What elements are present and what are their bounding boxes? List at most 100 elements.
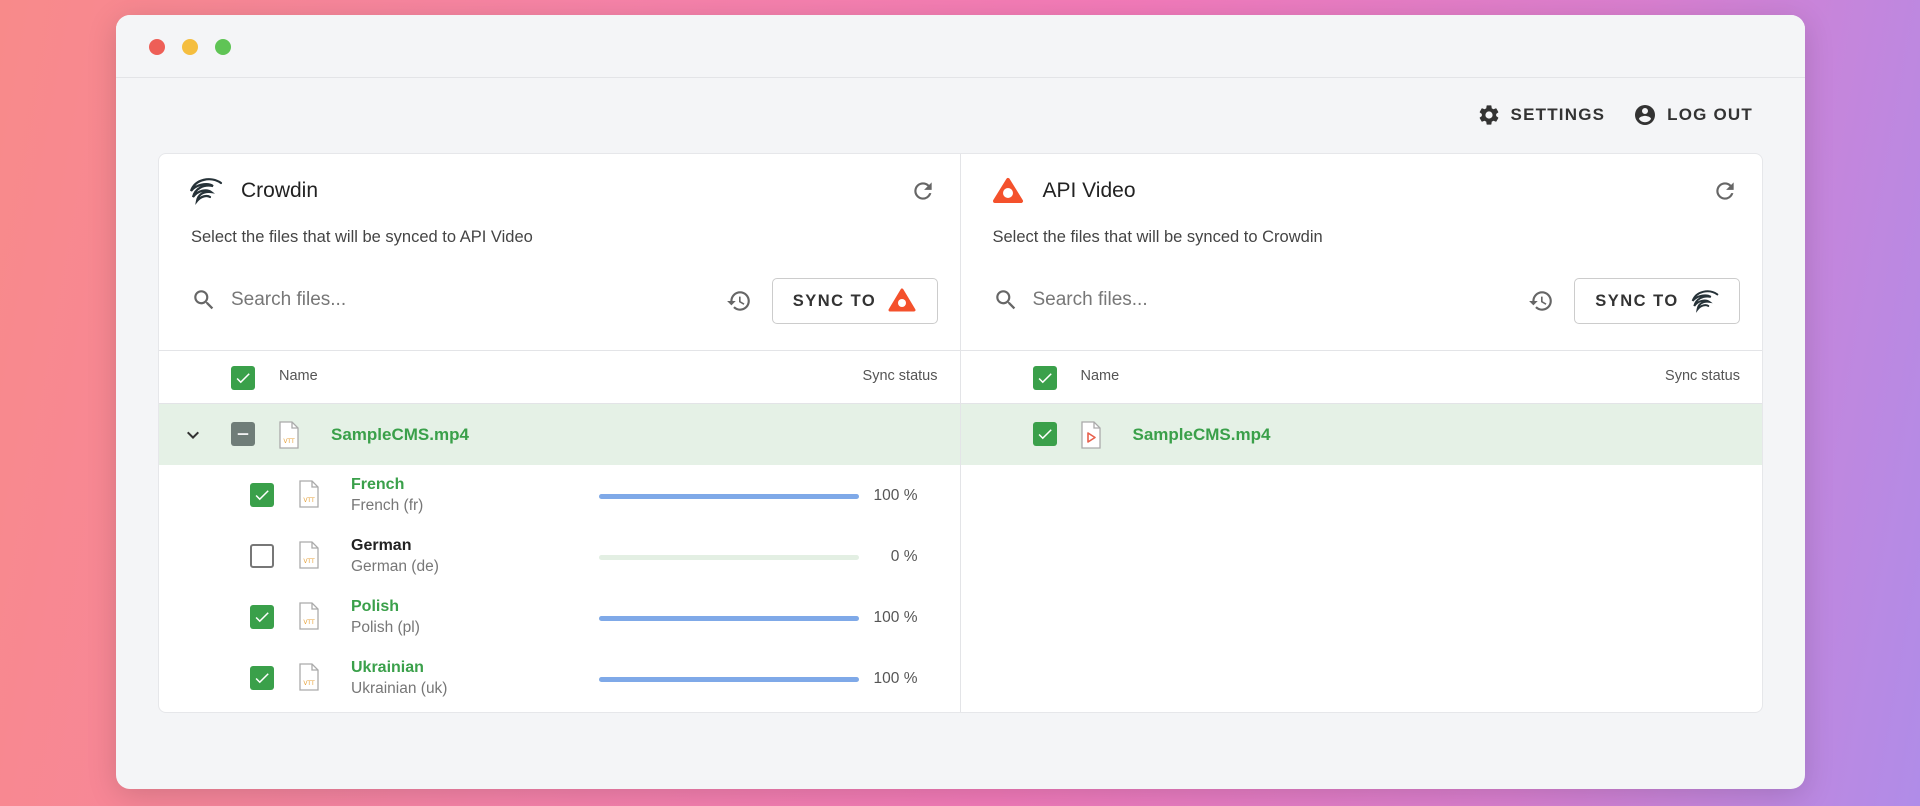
- sync-progress-bar: [599, 555, 859, 560]
- vtt-file-icon: VTT: [299, 541, 319, 569]
- file-row[interactable]: SampleCMS.mp4: [960, 404, 1762, 465]
- sync-percent: 100 %: [873, 609, 918, 626]
- sync-progress-fill: [599, 677, 859, 682]
- language-list: VTT French French (fr) 100 % VTT German …: [159, 465, 960, 709]
- vtt-file-icon: VTT: [279, 421, 299, 449]
- sync-to-crowdin-button[interactable]: SYNC TO: [1574, 278, 1740, 324]
- check-icon: [1038, 429, 1052, 440]
- title-bar: [116, 15, 1805, 78]
- crowdin-panel: Crowdin Select the files that will be sy…: [159, 154, 961, 712]
- crowdin-logo-icon: [1691, 290, 1719, 313]
- crowdin-brand: Crowdin: [189, 176, 318, 206]
- search-icon: [995, 290, 1015, 310]
- language-checkbox[interactable]: [250, 666, 274, 690]
- check-icon: [255, 490, 269, 501]
- apivideo-brand: API Video: [991, 176, 1136, 206]
- file-checkbox[interactable]: [1032, 422, 1057, 446]
- column-name: Name: [1080, 368, 1120, 384]
- language-checkbox[interactable]: [250, 544, 274, 568]
- apivideo-logo-icon: [888, 288, 916, 312]
- sync-progress-fill: [599, 494, 859, 499]
- apivideo-panel-header: API Video Select the files that will be …: [960, 154, 1762, 351]
- crowdin-search-input[interactable]: [231, 289, 651, 311]
- maximize-window-button[interactable]: [215, 39, 231, 55]
- language-detail: German (de): [351, 558, 439, 575]
- file-row[interactable]: VTT SampleCMS.mp4: [159, 404, 960, 465]
- svg-text:VTT: VTT: [303, 680, 315, 687]
- crowdin-subtitle: Select the files that will be synced to …: [191, 228, 533, 246]
- language-name: Ukrainian: [351, 659, 424, 676]
- file-name: SampleCMS.mp4: [1132, 425, 1271, 444]
- crowdin-panel-header: Crowdin Select the files that will be sy…: [159, 154, 960, 351]
- crowdin-title: Crowdin: [241, 179, 319, 202]
- language-name: Polish: [351, 598, 400, 615]
- refresh-icon[interactable]: [910, 178, 936, 204]
- search-icon: [194, 290, 214, 310]
- language-detail: Polish (pl): [351, 619, 420, 636]
- apivideo-search: [993, 287, 1493, 313]
- language-checkbox[interactable]: [250, 483, 274, 507]
- sync-progress-fill: [599, 616, 859, 621]
- sync-label: SYNC TO: [1595, 291, 1679, 310]
- apivideo-subtitle: Select the files that will be synced to …: [992, 228, 1323, 246]
- check-icon: [1038, 373, 1052, 384]
- logout-label: LOG OUT: [1667, 105, 1753, 124]
- language-row-french[interactable]: VTT French French (fr) 100 %: [159, 465, 960, 526]
- settings-label: SETTINGS: [1510, 105, 1606, 124]
- language-label: German German (de): [351, 537, 439, 576]
- refresh-icon[interactable]: [1712, 178, 1738, 204]
- file-checkbox[interactable]: [231, 422, 255, 446]
- apivideo-logo-icon: [991, 176, 1025, 206]
- column-sync-status: Sync status: [862, 368, 938, 384]
- sync-card: Crowdin Select the files that will be sy…: [158, 153, 1763, 713]
- minimize-window-button[interactable]: [182, 39, 198, 55]
- column-name: Name: [279, 368, 318, 384]
- history-icon[interactable]: [1528, 288, 1554, 314]
- logout-button[interactable]: LOG OUT: [1633, 103, 1753, 127]
- language-name: German: [351, 537, 412, 554]
- account-circle-icon: [1635, 105, 1656, 125]
- sync-percent: 0 %: [890, 548, 918, 565]
- column-sync-status: Sync status: [1665, 368, 1740, 384]
- sync-label: SYNC TO: [792, 291, 877, 310]
- language-label: Ukrainian Ukrainian (uk): [351, 659, 447, 698]
- history-icon[interactable]: [726, 288, 752, 314]
- select-all-checkbox[interactable]: [1032, 366, 1057, 390]
- vtt-file-icon: VTT: [299, 602, 319, 630]
- sync-percent: 100 %: [873, 487, 918, 504]
- sync-progress-bar: [599, 677, 859, 682]
- language-row-polish[interactable]: VTT Polish Polish (pl) 100 %: [159, 587, 960, 648]
- file-name: SampleCMS.mp4: [331, 425, 469, 444]
- svg-text:VTT: VTT: [303, 497, 315, 504]
- crowdin-table-header: Name Sync status: [159, 351, 960, 404]
- crowdin-logo-icon: [189, 176, 223, 206]
- select-all-checkbox[interactable]: [231, 366, 255, 390]
- svg-text:VTT: VTT: [283, 438, 295, 445]
- svg-text:VTT: VTT: [303, 558, 315, 565]
- chevron-down-icon[interactable]: [181, 423, 205, 447]
- sync-percent: 100 %: [873, 670, 918, 687]
- minus-icon: [237, 433, 249, 435]
- language-detail: French (fr): [351, 497, 424, 514]
- apivideo-table-header: Name Sync status: [960, 351, 1762, 404]
- sync-to-apivideo-button[interactable]: SYNC TO: [771, 278, 938, 324]
- language-row-ukrainian[interactable]: VTT Ukrainian Ukrainian (uk) 100 %: [159, 648, 960, 709]
- sync-progress-bar: [599, 616, 859, 621]
- language-row-german[interactable]: VTT German German (de) 0 %: [159, 526, 960, 587]
- svg-text:VTT: VTT: [303, 619, 315, 626]
- apivideo-title: API Video: [1042, 179, 1136, 202]
- top-nav: SETTINGS LOG OUT: [1477, 103, 1753, 127]
- sync-progress-bar: [599, 494, 859, 499]
- settings-button[interactable]: SETTINGS: [1477, 103, 1606, 127]
- app-window: SETTINGS LOG OUT Crowdin Select the file…: [116, 15, 1805, 789]
- language-checkbox[interactable]: [250, 605, 274, 629]
- apivideo-panel: API Video Select the files that will be …: [960, 154, 1762, 712]
- video-file-icon: [1080, 421, 1101, 449]
- language-label: French French (fr): [351, 476, 423, 515]
- vtt-file-icon: VTT: [299, 663, 319, 691]
- crowdin-search: [191, 287, 691, 313]
- close-window-button[interactable]: [149, 39, 165, 55]
- language-label: Polish Polish (pl): [351, 598, 420, 637]
- vtt-file-icon: VTT: [299, 480, 319, 508]
- apivideo-search-input[interactable]: [1032, 289, 1453, 311]
